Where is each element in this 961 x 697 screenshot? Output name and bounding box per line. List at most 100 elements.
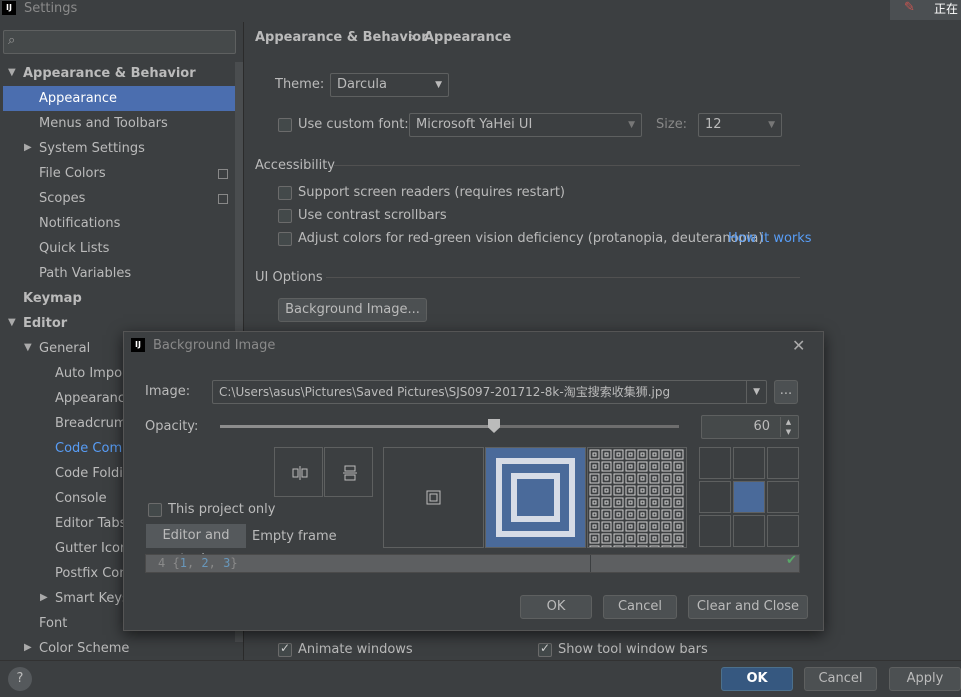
screen-readers-checkbox[interactable] bbox=[278, 186, 292, 200]
tile-square bbox=[649, 473, 660, 484]
sidebar-item-postfix-completion[interactable]: Postfix Com bbox=[55, 561, 132, 586]
anchor-middle-left[interactable] bbox=[699, 481, 731, 513]
tile-inner-square bbox=[664, 512, 669, 517]
sidebar-item-auto-import[interactable]: Auto Impor bbox=[55, 361, 127, 386]
notification-text: 正在 bbox=[934, 2, 959, 16]
tile-inner-square bbox=[676, 536, 681, 541]
tile-square bbox=[649, 533, 660, 544]
ok-button[interactable]: OK bbox=[721, 667, 793, 691]
tile-inner-square bbox=[652, 476, 657, 481]
anchor-bottom-right[interactable] bbox=[767, 515, 799, 547]
show-tool-window-bars-checkbox[interactable] bbox=[538, 641, 552, 657]
chevron-down-icon: ▼ bbox=[628, 120, 635, 130]
anchor-bottom-center[interactable] bbox=[733, 515, 765, 547]
adjust-colors-label: Adjust colors for red-green vision defic… bbox=[298, 231, 764, 246]
expanded-arrow-icon[interactable]: ▼ bbox=[8, 67, 16, 78]
tile-inner-square bbox=[676, 476, 681, 481]
sidebar-item-code-completion[interactable]: Code Comp bbox=[55, 436, 130, 461]
sidebar-item-console[interactable]: Console bbox=[55, 486, 107, 511]
tile-inner-square bbox=[616, 500, 621, 505]
tab-empty-frame[interactable]: Empty frame bbox=[252, 529, 337, 544]
sidebar-item-keymap[interactable]: Keymap bbox=[23, 286, 82, 311]
how-it-works-link[interactable]: How it works bbox=[728, 231, 812, 246]
breadcrumb-separator: › bbox=[410, 30, 416, 45]
custom-font-dropdown[interactable]: Microsoft YaHei UI ▼ bbox=[409, 113, 642, 137]
sidebar-item-scopes[interactable]: Scopes bbox=[39, 186, 85, 211]
sidebar-item-appearance-behavior[interactable]: Appearance & Behavior bbox=[23, 61, 196, 86]
anchor-middle-right[interactable] bbox=[767, 481, 799, 513]
accessibility-header: Accessibility bbox=[255, 158, 335, 173]
sidebar-item-file-colors[interactable]: File Colors bbox=[39, 161, 106, 186]
background-image-button[interactable]: Background Image... bbox=[278, 298, 427, 322]
help-button[interactable]: ? bbox=[8, 667, 32, 691]
fill-mode-tile-option[interactable] bbox=[587, 447, 687, 548]
tile-inner-square bbox=[628, 476, 633, 481]
clear-and-close-button[interactable]: Clear and Close bbox=[688, 595, 808, 619]
spinner-arrows-icon[interactable]: ▲ ▼ bbox=[780, 417, 796, 437]
tab-editor-and-tools[interactable]: Editor and tools bbox=[146, 524, 246, 567]
anchor-top-center[interactable] bbox=[733, 447, 765, 479]
dialog-cancel-button[interactable]: Cancel bbox=[603, 595, 677, 619]
cancel-button[interactable]: Cancel bbox=[804, 667, 877, 691]
dialog-ok-button[interactable]: OK bbox=[520, 595, 592, 619]
sidebar-item-smart-keys[interactable]: Smart Keys bbox=[55, 586, 129, 611]
font-size-dropdown[interactable]: 12 ▼ bbox=[698, 113, 782, 137]
tile-square bbox=[661, 533, 672, 544]
tile-inner-square bbox=[592, 476, 597, 481]
apply-button[interactable]: Apply bbox=[889, 667, 961, 691]
sidebar-item-path-variables[interactable]: Path Variables bbox=[39, 261, 131, 286]
this-project-only-label: This project only bbox=[168, 502, 276, 517]
sidebar-item-general[interactable]: General bbox=[39, 336, 90, 361]
code-comma: , bbox=[208, 556, 224, 570]
tile-inner-square bbox=[676, 452, 681, 457]
title-bar bbox=[0, 0, 961, 22]
animate-windows-checkbox[interactable] bbox=[278, 641, 292, 657]
search-input[interactable] bbox=[3, 30, 236, 54]
sidebar-item-color-scheme[interactable]: Color Scheme bbox=[39, 636, 129, 661]
sidebar-item-editor-tabs[interactable]: Editor Tabs bbox=[55, 511, 126, 536]
sidebar-item-quick-lists[interactable]: Quick Lists bbox=[39, 236, 109, 261]
collapsed-arrow-icon[interactable]: ▶ bbox=[24, 642, 32, 653]
tile-inner-square bbox=[628, 512, 633, 517]
this-project-only-checkbox[interactable] bbox=[148, 503, 162, 517]
tile-square bbox=[649, 485, 660, 496]
image-path-combo[interactable]: C:\Users\asus\Pictures\Saved Pictures\SJ… bbox=[212, 380, 767, 404]
collapsed-arrow-icon[interactable]: ▶ bbox=[40, 592, 48, 603]
tile-square bbox=[613, 449, 624, 460]
anchor-top-right[interactable] bbox=[767, 447, 799, 479]
sidebar-item-notifications[interactable]: Notifications bbox=[39, 211, 120, 236]
sidebar-item-font[interactable]: Font bbox=[39, 611, 67, 636]
sidebar-item-editor-appearance[interactable]: Appearanc bbox=[55, 386, 125, 411]
tile-square bbox=[661, 545, 672, 547]
theme-dropdown[interactable]: Darcula ▼ bbox=[330, 73, 449, 97]
tile-inner-square bbox=[640, 488, 645, 493]
browse-button[interactable]: ... bbox=[774, 380, 798, 404]
expanded-arrow-icon[interactable]: ▼ bbox=[24, 342, 32, 353]
flip-horizontal-button[interactable] bbox=[274, 447, 323, 497]
sidebar-item-editor[interactable]: Editor bbox=[23, 311, 67, 336]
tile-square bbox=[637, 461, 648, 472]
tile-inner-square bbox=[628, 500, 633, 505]
anchor-top-left[interactable] bbox=[699, 447, 731, 479]
anchor-bottom-left[interactable] bbox=[699, 515, 731, 547]
custom-font-checkbox[interactable] bbox=[278, 118, 292, 132]
anchor-center[interactable] bbox=[733, 481, 765, 513]
intellij-logo-icon: IJ bbox=[2, 1, 16, 15]
tile-square bbox=[661, 461, 672, 472]
fill-mode-center-option[interactable] bbox=[383, 447, 484, 548]
sidebar-item-appearance[interactable]: Appearance bbox=[3, 86, 243, 111]
flip-vertical-button[interactable] bbox=[324, 447, 373, 497]
close-icon[interactable]: ✕ bbox=[792, 336, 805, 355]
contrast-scrollbars-checkbox[interactable] bbox=[278, 209, 292, 223]
sidebar-item-menus-toolbars[interactable]: Menus and Toolbars bbox=[39, 111, 168, 136]
tile-inner-square bbox=[664, 476, 669, 481]
adjust-colors-checkbox[interactable] bbox=[278, 232, 292, 246]
tile-inner-square bbox=[592, 512, 597, 517]
tile-inner-square bbox=[604, 476, 609, 481]
collapsed-arrow-icon[interactable]: ▶ bbox=[24, 142, 32, 153]
tile-inner-square bbox=[652, 524, 657, 529]
sidebar-item-system-settings[interactable]: System Settings bbox=[39, 136, 145, 161]
fill-mode-scale-option[interactable] bbox=[485, 447, 586, 548]
sidebar-item-code-folding[interactable]: Code Foldin bbox=[55, 461, 131, 486]
expanded-arrow-icon[interactable]: ▼ bbox=[8, 317, 16, 328]
